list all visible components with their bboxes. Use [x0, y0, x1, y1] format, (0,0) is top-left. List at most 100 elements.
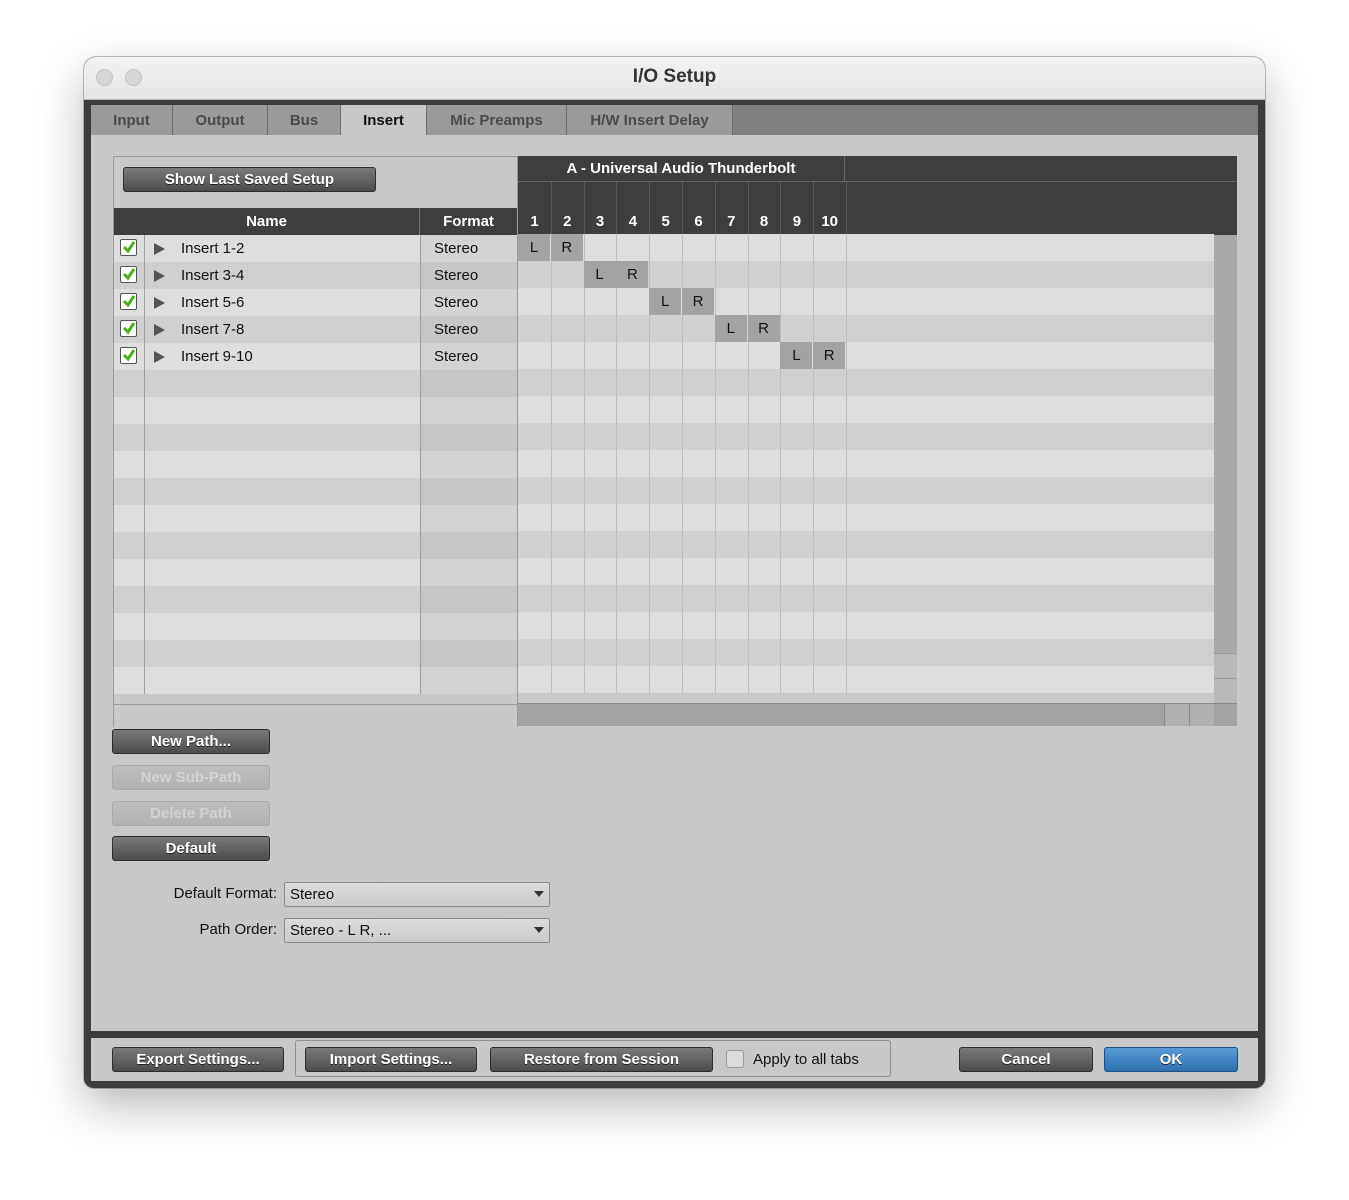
channel-assign-left[interactable]: L — [714, 315, 747, 342]
cancel-button[interactable]: Cancel — [959, 1047, 1093, 1072]
table-row[interactable] — [114, 559, 517, 586]
delete-path-button[interactable]: Delete Path — [112, 801, 270, 826]
horizontal-scrollbar[interactable] — [518, 703, 1237, 726]
checkmark-icon — [122, 268, 136, 281]
grid-line — [583, 666, 585, 693]
table-row[interactable] — [114, 451, 517, 478]
path-enabled-checkbox[interactable] — [120, 239, 137, 256]
channel-number: 10 — [821, 213, 839, 230]
table-row[interactable] — [114, 586, 517, 613]
table-row[interactable] — [114, 397, 517, 424]
tab-input[interactable]: Input — [91, 105, 173, 135]
expand-triangle-icon[interactable] — [154, 351, 165, 363]
tab-output[interactable]: Output — [173, 105, 268, 135]
grid-line — [550, 396, 552, 423]
path-enabled-checkbox[interactable] — [120, 293, 137, 310]
grid-line — [649, 396, 651, 423]
table-row[interactable]: Insert 1-2 Stereo — [114, 235, 517, 262]
expand-triangle-icon[interactable] — [154, 270, 165, 282]
grid-line — [780, 315, 782, 342]
apply-to-all-tabs-checkbox[interactable] — [726, 1050, 744, 1068]
path-name[interactable]: Insert 5-6 — [181, 294, 244, 311]
channel-assign-left[interactable]: L — [649, 288, 682, 315]
channel-assign-left[interactable]: L — [518, 234, 550, 261]
path-name[interactable]: Insert 1-2 — [181, 240, 244, 257]
vertical-scrollbar[interactable] — [1214, 235, 1237, 703]
expand-triangle-icon[interactable] — [154, 297, 165, 309]
default-button[interactable]: Default — [112, 836, 270, 861]
table-row[interactable] — [114, 613, 517, 640]
grid-line — [583, 234, 585, 261]
grid-line — [616, 558, 618, 585]
path-name[interactable]: Insert 3-4 — [181, 267, 244, 284]
matrix-row: LR — [518, 288, 1214, 315]
scroll-up-arrow-icon[interactable] — [1214, 653, 1237, 678]
channel-assign-right[interactable]: R — [550, 234, 583, 261]
grid-line — [747, 558, 749, 585]
ok-button[interactable]: OK — [1104, 1047, 1238, 1072]
tab-insert[interactable]: Insert — [341, 105, 427, 136]
path-order-select[interactable]: Stereo - L R, ... — [284, 918, 550, 943]
path-enabled-checkbox[interactable] — [120, 347, 137, 364]
row-divider — [144, 586, 145, 613]
row-divider — [144, 289, 145, 316]
footer-bar: Export Settings... Import Settings... Re… — [91, 1038, 1258, 1081]
import-settings-button[interactable]: Import Settings... — [305, 1047, 477, 1072]
grid-line — [649, 558, 651, 585]
grid-line — [780, 450, 782, 477]
tab-mic-preamps[interactable]: Mic Preamps — [427, 105, 567, 135]
grid-line — [616, 396, 618, 423]
table-row[interactable] — [114, 640, 517, 667]
channel-assign-right[interactable]: R — [813, 342, 846, 369]
channel-assign-right[interactable]: R — [616, 261, 649, 288]
grid-line — [813, 585, 815, 612]
new-sub-path-button[interactable]: New Sub-Path — [112, 765, 270, 790]
grid-line — [714, 612, 716, 639]
name-column-header[interactable]: Name — [114, 208, 420, 235]
channel-assign-right[interactable]: R — [747, 315, 780, 342]
channel-assign-left[interactable]: L — [780, 342, 813, 369]
default-format-select[interactable]: Stereo — [284, 882, 550, 907]
table-row[interactable] — [114, 424, 517, 451]
table-row[interactable]: Insert 7-8 Stereo — [114, 316, 517, 343]
table-row[interactable] — [114, 370, 517, 397]
channel-assign-left[interactable]: L — [583, 261, 616, 288]
scroll-left-arrow-icon[interactable] — [1164, 704, 1189, 726]
path-name[interactable]: Insert 9-10 — [181, 348, 253, 365]
format-column-header[interactable]: Format — [420, 208, 517, 235]
table-row[interactable]: Insert 3-4 Stereo — [114, 262, 517, 289]
format-cell — [420, 451, 517, 478]
restore-from-session-button[interactable]: Restore from Session — [490, 1047, 713, 1072]
horizontal-scrollbar-left[interactable] — [114, 704, 517, 727]
grid-line — [682, 612, 683, 639]
grid-line — [616, 369, 618, 396]
tab-bus[interactable]: Bus — [268, 105, 341, 135]
grid-line — [583, 396, 585, 423]
table-row[interactable] — [114, 478, 517, 505]
export-settings-button[interactable]: Export Settings... — [112, 1047, 284, 1072]
show-last-saved-setup-button[interactable]: Show Last Saved Setup — [123, 167, 376, 192]
expand-triangle-icon[interactable] — [154, 243, 165, 255]
channel-assign-right[interactable]: R — [682, 288, 714, 315]
scroll-down-arrow-icon[interactable] — [1214, 678, 1237, 703]
path-enabled-checkbox[interactable] — [120, 320, 137, 337]
device-name: A - Universal Audio Thunderbolt — [518, 156, 845, 182]
grid-line — [813, 558, 815, 585]
expand-triangle-icon[interactable] — [154, 324, 165, 336]
path-enabled-checkbox[interactable] — [120, 266, 137, 283]
path-order-label: Path Order: — [199, 921, 277, 938]
table-row[interactable] — [114, 505, 517, 532]
table-row[interactable] — [114, 532, 517, 559]
scroll-right-arrow-icon[interactable] — [1189, 704, 1214, 726]
grid-line — [550, 369, 552, 396]
grid-line — [747, 504, 749, 531]
table-row[interactable]: Insert 9-10 Stereo — [114, 343, 517, 370]
new-path-button[interactable]: New Path... — [112, 729, 270, 754]
table-row[interactable]: Insert 5-6 Stereo — [114, 289, 517, 316]
grid-line — [682, 261, 683, 288]
table-row[interactable] — [114, 667, 517, 694]
matrix-row — [518, 666, 1214, 693]
tab-hw-insert-delay[interactable]: H/W Insert Delay — [567, 105, 733, 135]
path-name[interactable]: Insert 7-8 — [181, 321, 244, 338]
grid-line — [846, 477, 847, 504]
